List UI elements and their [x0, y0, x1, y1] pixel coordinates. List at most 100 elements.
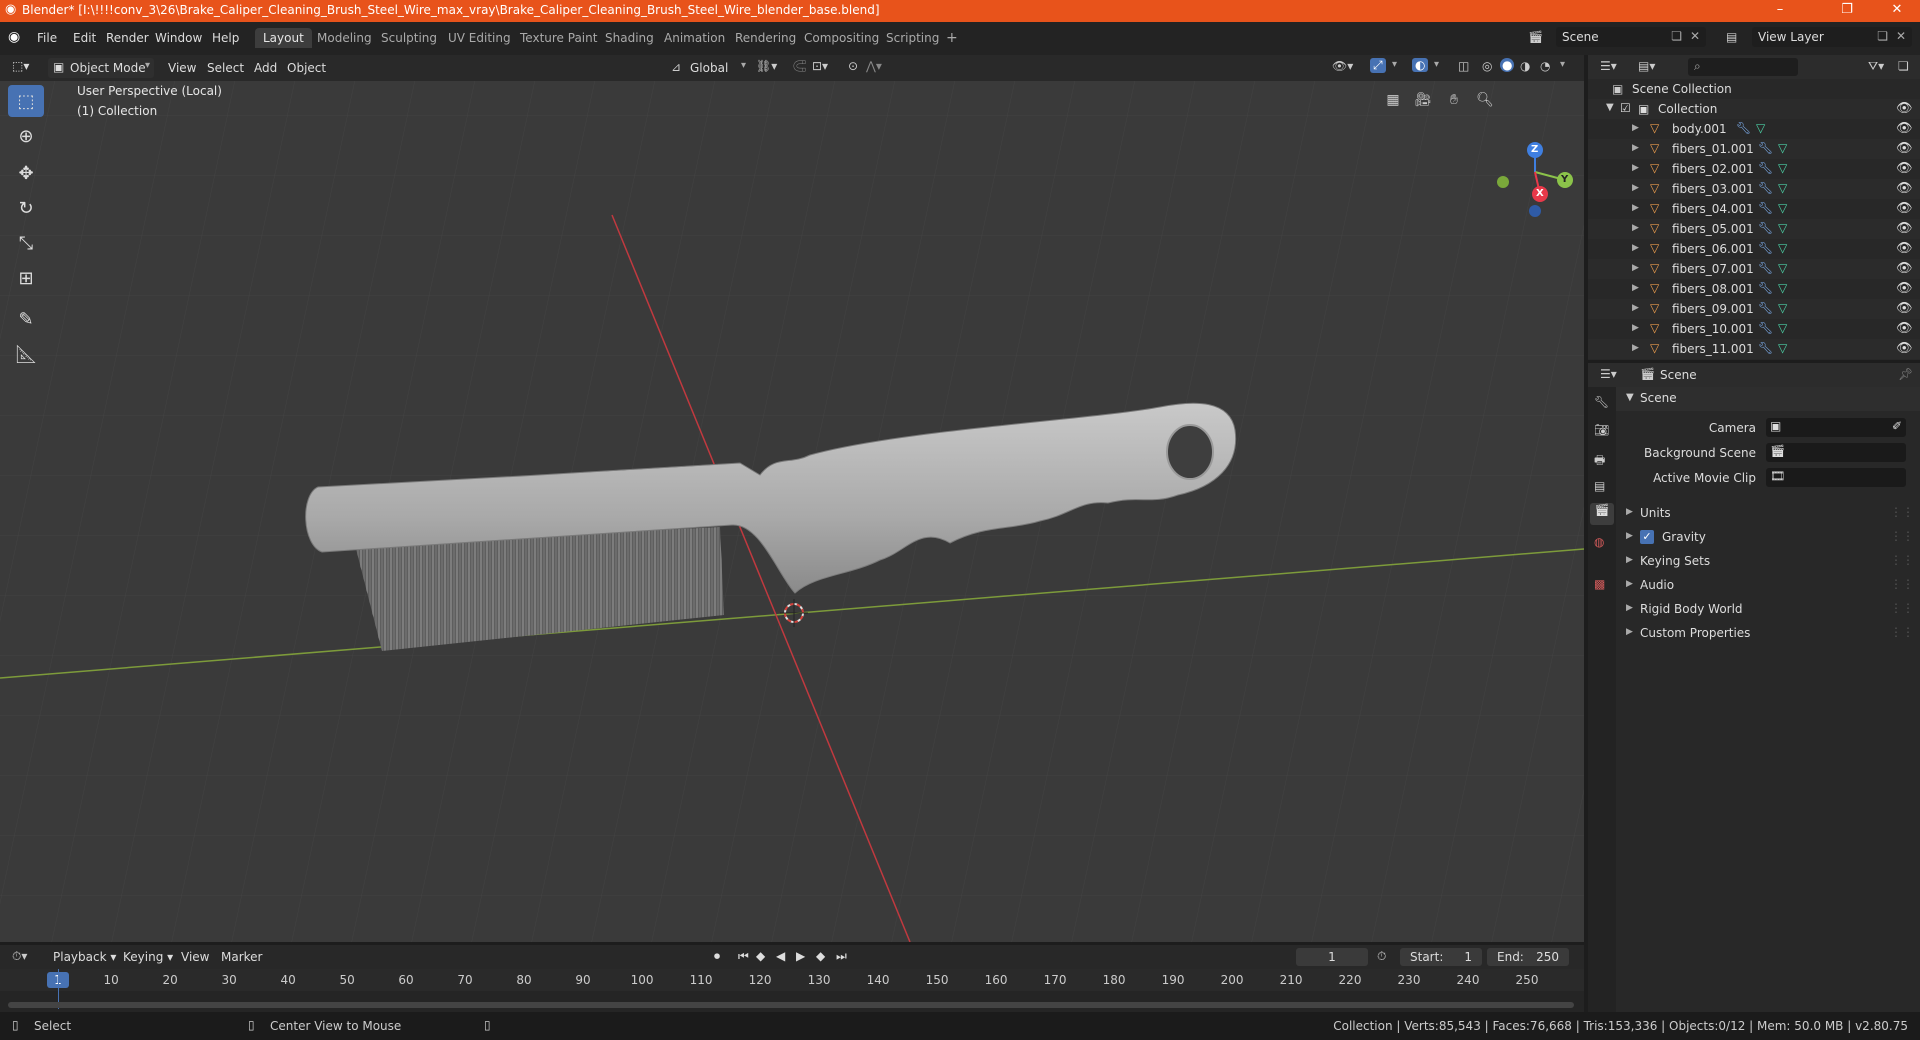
modifier-wrench-icon[interactable]: 🔧︎	[1758, 141, 1773, 155]
wireframe-shading-icon[interactable]: ◎	[1482, 59, 1492, 73]
visibility-eye-icon[interactable]: 👁︎	[1896, 281, 1913, 296]
expand-arrow-icon[interactable]: ▶	[1632, 203, 1639, 213]
visibility-eye-icon[interactable]: 👁︎	[1896, 121, 1913, 136]
next-keyframe-icon[interactable]: ◆	[816, 949, 825, 963]
record-icon[interactable]: ⏺	[714, 949, 720, 964]
drag-handle-icon[interactable]: ⋮⋮	[1890, 529, 1914, 543]
visibility-eye-icon[interactable]: 👁︎	[1896, 241, 1913, 256]
modifier-wrench-icon[interactable]: 🔧︎	[1758, 341, 1773, 355]
visibility-eye-icon[interactable]: 👁︎	[1896, 201, 1913, 216]
expand-arrow-icon[interactable]: ▼	[1606, 102, 1614, 113]
jump-end-icon[interactable]: ⏭	[836, 949, 847, 964]
mesh-data-icon[interactable]: ▽	[1778, 181, 1787, 195]
mesh-data-icon[interactable]: ▽	[1778, 301, 1787, 315]
solid-shading-icon[interactable]: ●	[1500, 58, 1515, 72]
timeline-menu-marker[interactable]: Marker	[216, 948, 267, 966]
play-reverse-icon[interactable]: ◀	[776, 949, 785, 963]
delete-view-layer-icon[interactable]: ✕	[1896, 29, 1906, 43]
transform-tool[interactable]: ⊞	[8, 262, 44, 294]
texture-tab-icon[interactable]: ▩	[1594, 577, 1605, 591]
falloff-icon[interactable]: ⋀▾	[866, 59, 882, 73]
tool-tab-icon[interactable]: 🔧︎	[1594, 395, 1609, 409]
gizmo-toggle-icon[interactable]: ⤢	[1370, 58, 1386, 73]
tab-animation[interactable]: Animation	[656, 28, 733, 48]
drag-handle-icon[interactable]: ⋮⋮	[1890, 601, 1914, 615]
editor-type-icon[interactable]: ☰▾	[1600, 367, 1617, 381]
new-scene-icon[interactable]: ❏	[1671, 29, 1682, 43]
gizmo-z-label[interactable]: Z	[1531, 144, 1538, 155]
add-workspace-button[interactable]: +	[946, 30, 958, 46]
chevron-down-icon[interactable]: ▾	[1392, 59, 1397, 70]
viewport-menu-view[interactable]: View	[163, 59, 201, 77]
jump-start-icon[interactable]: ⏮	[738, 949, 749, 964]
menu-window[interactable]: Window	[150, 29, 207, 47]
expand-arrow-icon[interactable]: ▶	[1632, 143, 1639, 153]
menu-file[interactable]: File	[32, 29, 62, 47]
visibility-eye-icon[interactable]: 👁︎	[1896, 181, 1913, 196]
expand-arrow-icon[interactable]: ▶	[1632, 343, 1639, 353]
eyedropper-icon[interactable]: ✐	[1892, 419, 1902, 433]
viewport-menu-object[interactable]: Object	[282, 59, 331, 77]
outliner-object-row[interactable]: ▶ ▽ fibers_10.001 🔧︎ ▽ 👁︎	[1588, 319, 1920, 339]
snap-icon[interactable]: 🧲︎	[792, 59, 807, 73]
chevron-down-icon[interactable]: ▾	[1434, 59, 1439, 70]
material-shading-icon[interactable]: ◑	[1520, 59, 1530, 73]
editor-type-icon[interactable]: ⏱▾	[12, 949, 27, 964]
visibility-eye-icon[interactable]: 👁︎	[1896, 161, 1913, 176]
mesh-data-icon[interactable]: ▽	[1778, 161, 1787, 175]
viewport-menu-select[interactable]: Select	[202, 59, 249, 77]
pin-icon[interactable]: 📌︎	[1898, 367, 1913, 381]
editor-type-icon[interactable]: ☰▾	[1600, 59, 1617, 73]
3d-viewport[interactable]: Z Y X ⬚▾ ▣ Object Mode ▾ View Select Add…	[0, 55, 1584, 942]
drag-handle-icon[interactable]: ⋮⋮	[1890, 505, 1914, 519]
chevron-down-icon[interactable]: ▾	[1560, 59, 1565, 70]
viewport-menu-add[interactable]: Add	[249, 59, 282, 77]
outliner-search-input[interactable]: ⌕	[1688, 58, 1798, 76]
subpanel-header[interactable]: ▶ Units ⋮⋮	[1616, 502, 1920, 524]
new-collection-icon[interactable]: ❏	[1898, 59, 1909, 73]
delete-scene-icon[interactable]: ✕	[1690, 29, 1700, 43]
outliner-object-row[interactable]: ▶ ▽ fibers_06.001 🔧︎ ▽ 👁︎	[1588, 239, 1920, 259]
frame-ruler[interactable]: 1102030405060708090100110120130140150160…	[0, 969, 1584, 991]
visibility-eye-icon[interactable]: 👁︎	[1896, 321, 1913, 336]
transform-orientation-dropdown[interactable]: ⊿ Global ▾	[668, 58, 748, 78]
snap-target-icon[interactable]: ⊡▾	[812, 59, 828, 73]
visibility-eye-icon[interactable]: 👁︎	[1896, 101, 1913, 116]
pivot-point-icon[interactable]: ⛓▾	[756, 59, 777, 73]
timeline-menu-playback[interactable]: Playback ▾	[48, 948, 121, 966]
tab-compositing[interactable]: Compositing	[796, 28, 887, 48]
outliner-object-row[interactable]: ▶ ▽ fibers_08.001 🔧︎ ▽ 👁︎	[1588, 279, 1920, 299]
start-frame-field[interactable]: Start: 1	[1400, 948, 1482, 966]
expand-arrow-icon[interactable]: ▶	[1632, 123, 1639, 133]
expand-arrow-icon[interactable]: ▶	[1632, 283, 1639, 293]
tab-rendering[interactable]: Rendering	[727, 28, 804, 48]
subpanel-header[interactable]: ▶ Custom Properties ⋮⋮	[1616, 622, 1920, 644]
mesh-data-icon[interactable]: ▽	[1778, 201, 1787, 215]
current-frame-field[interactable]: 1	[1296, 948, 1368, 966]
tab-scripting[interactable]: Scripting	[878, 28, 947, 48]
timeline-menu-keying[interactable]: Keying ▾	[118, 948, 178, 966]
drag-handle-icon[interactable]: ⋮⋮	[1890, 625, 1914, 639]
mesh-data-icon[interactable]: ▽	[1778, 321, 1787, 335]
visibility-eye-icon[interactable]: 👁︎	[1896, 141, 1913, 156]
modifier-wrench-icon[interactable]: 🔧︎	[1758, 161, 1773, 175]
menu-render[interactable]: Render	[101, 29, 154, 47]
menu-help[interactable]: Help	[207, 29, 244, 47]
outliner-object-row[interactable]: ▶ ▽ fibers_02.001 🔧︎ ▽ 👁︎	[1588, 159, 1920, 179]
visibility-eye-icon[interactable]: 👁︎	[1896, 221, 1913, 236]
scene-section-header[interactable]: ▼ Scene	[1616, 387, 1920, 411]
move-tool[interactable]: ✥	[8, 157, 44, 189]
scene-tab-icon[interactable]: 🎬︎	[1590, 503, 1614, 525]
camera-field[interactable]: ▣ ✐	[1766, 418, 1906, 437]
modifier-wrench-icon[interactable]: 🔧︎	[1758, 301, 1773, 315]
expand-arrow-icon[interactable]: ▶	[1632, 303, 1639, 313]
tab-shading[interactable]: Shading	[597, 28, 662, 48]
modifier-wrench-icon[interactable]: 🔧︎	[1758, 321, 1773, 335]
timeline-track-area[interactable]	[0, 969, 1584, 1012]
collection-row[interactable]: ▼ ☑ ▣ Collection 👁︎	[1588, 99, 1920, 119]
outliner-object-row[interactable]: ▶ ▽ fibers_09.001 🔧︎ ▽ 👁︎	[1588, 299, 1920, 319]
rotate-tool[interactable]: ↻	[8, 192, 44, 224]
rendered-shading-icon[interactable]: ◔	[1540, 59, 1550, 73]
world-tab-icon[interactable]: ◍	[1594, 535, 1604, 549]
expand-arrow-icon[interactable]: ▶	[1632, 263, 1639, 273]
